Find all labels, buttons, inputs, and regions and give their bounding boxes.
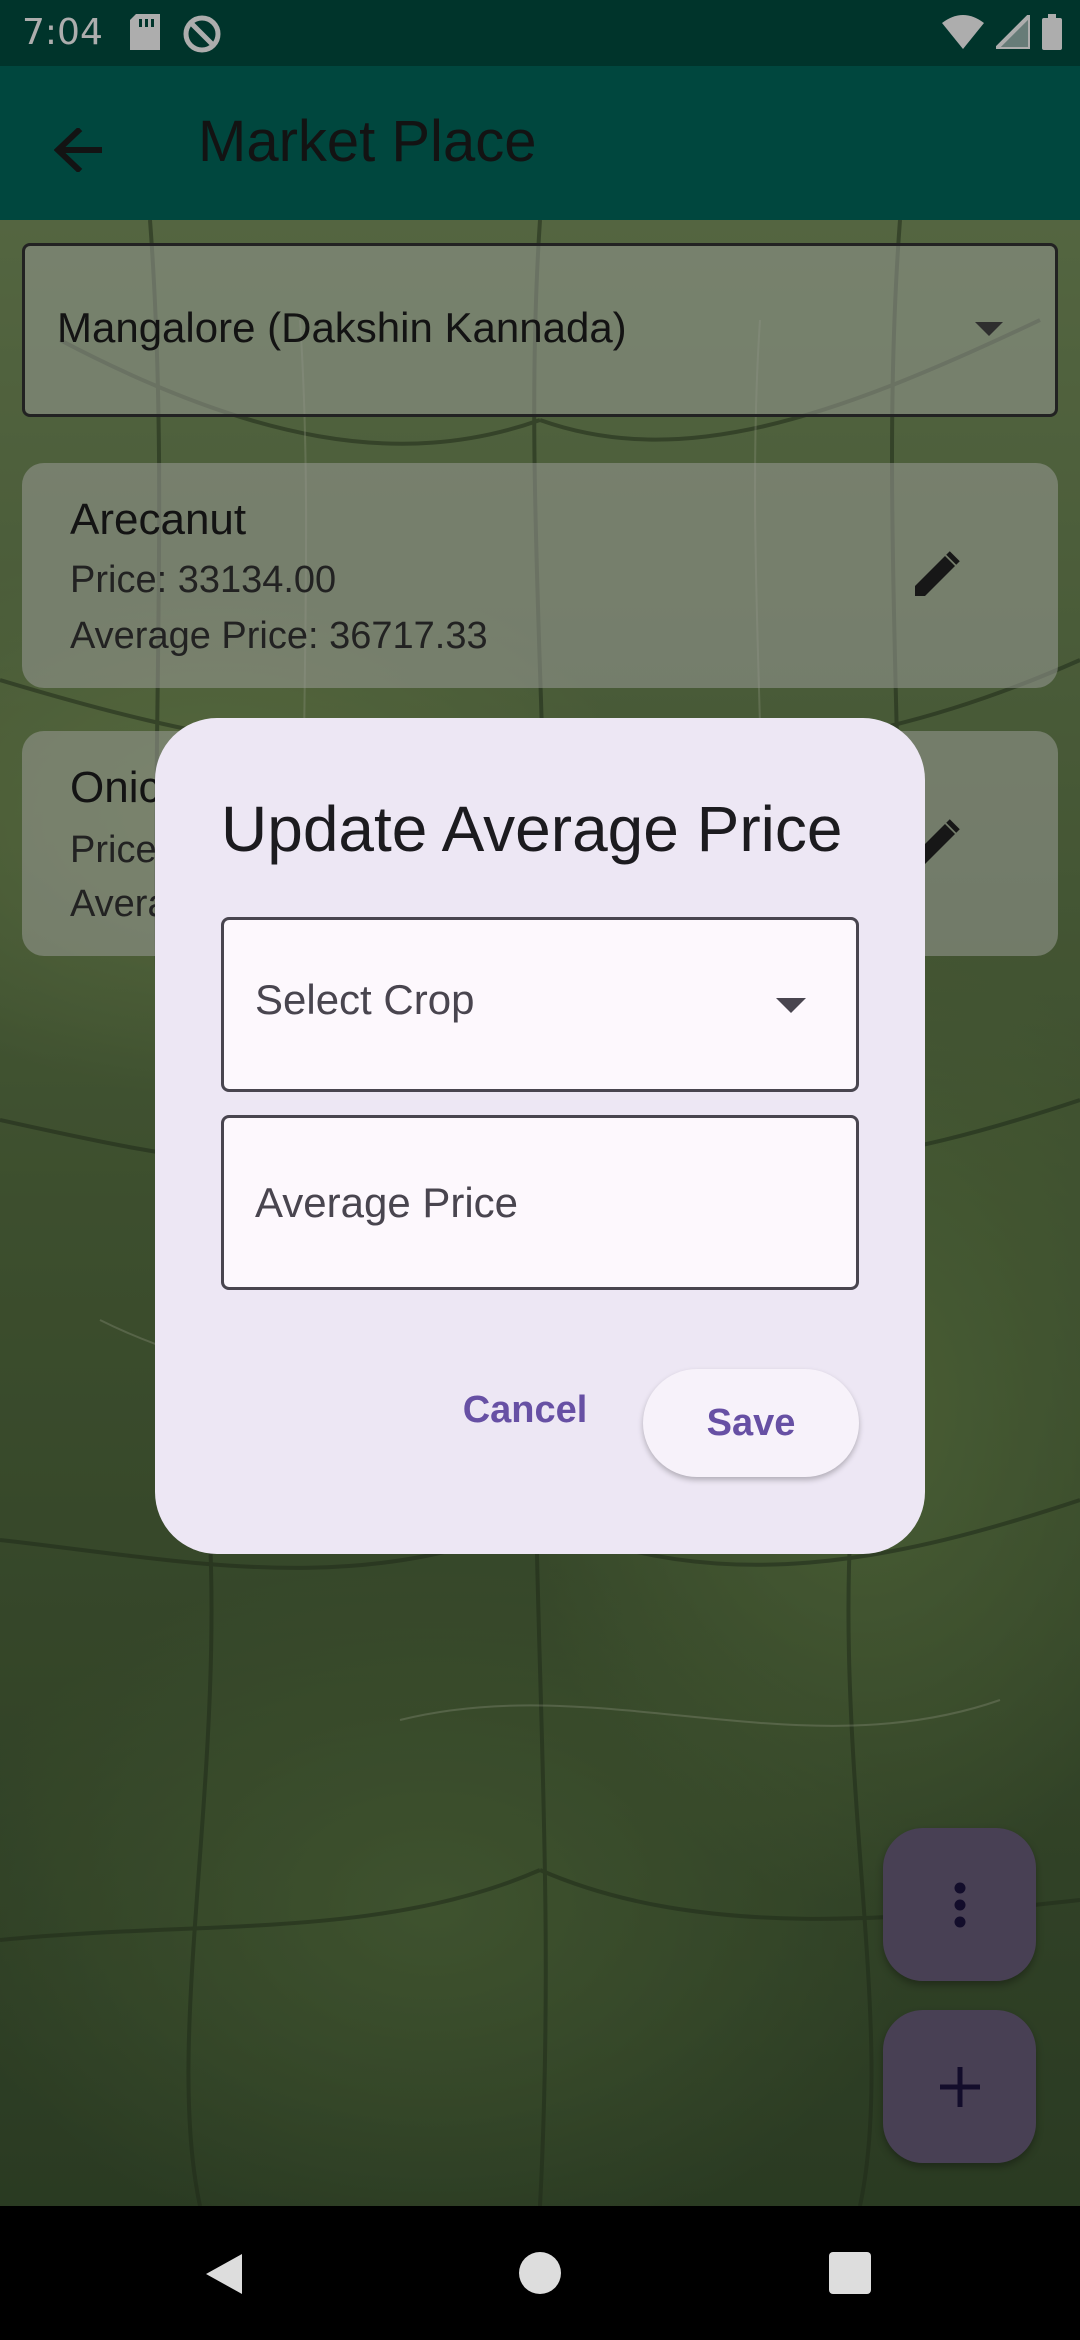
average-price-input[interactable] xyxy=(224,1118,856,1287)
nav-home-icon[interactable] xyxy=(519,2252,561,2294)
select-crop-dropdown[interactable]: Select Crop xyxy=(221,917,859,1092)
select-crop-label: Select Crop xyxy=(255,976,475,1023)
nav-back-icon[interactable] xyxy=(202,2252,246,2296)
dropdown-arrow-icon xyxy=(776,998,806,1013)
nav-recents-icon[interactable] xyxy=(829,2252,871,2294)
save-button[interactable]: Save xyxy=(643,1369,859,1477)
dialog-title: Update Average Price xyxy=(221,793,843,865)
system-nav-bar xyxy=(0,2206,1080,2340)
average-price-field[interactable] xyxy=(221,1115,859,1290)
update-average-price-dialog: Update Average Price Select Crop Cancel … xyxy=(155,718,925,1554)
cancel-button[interactable]: Cancel xyxy=(450,1370,600,1450)
